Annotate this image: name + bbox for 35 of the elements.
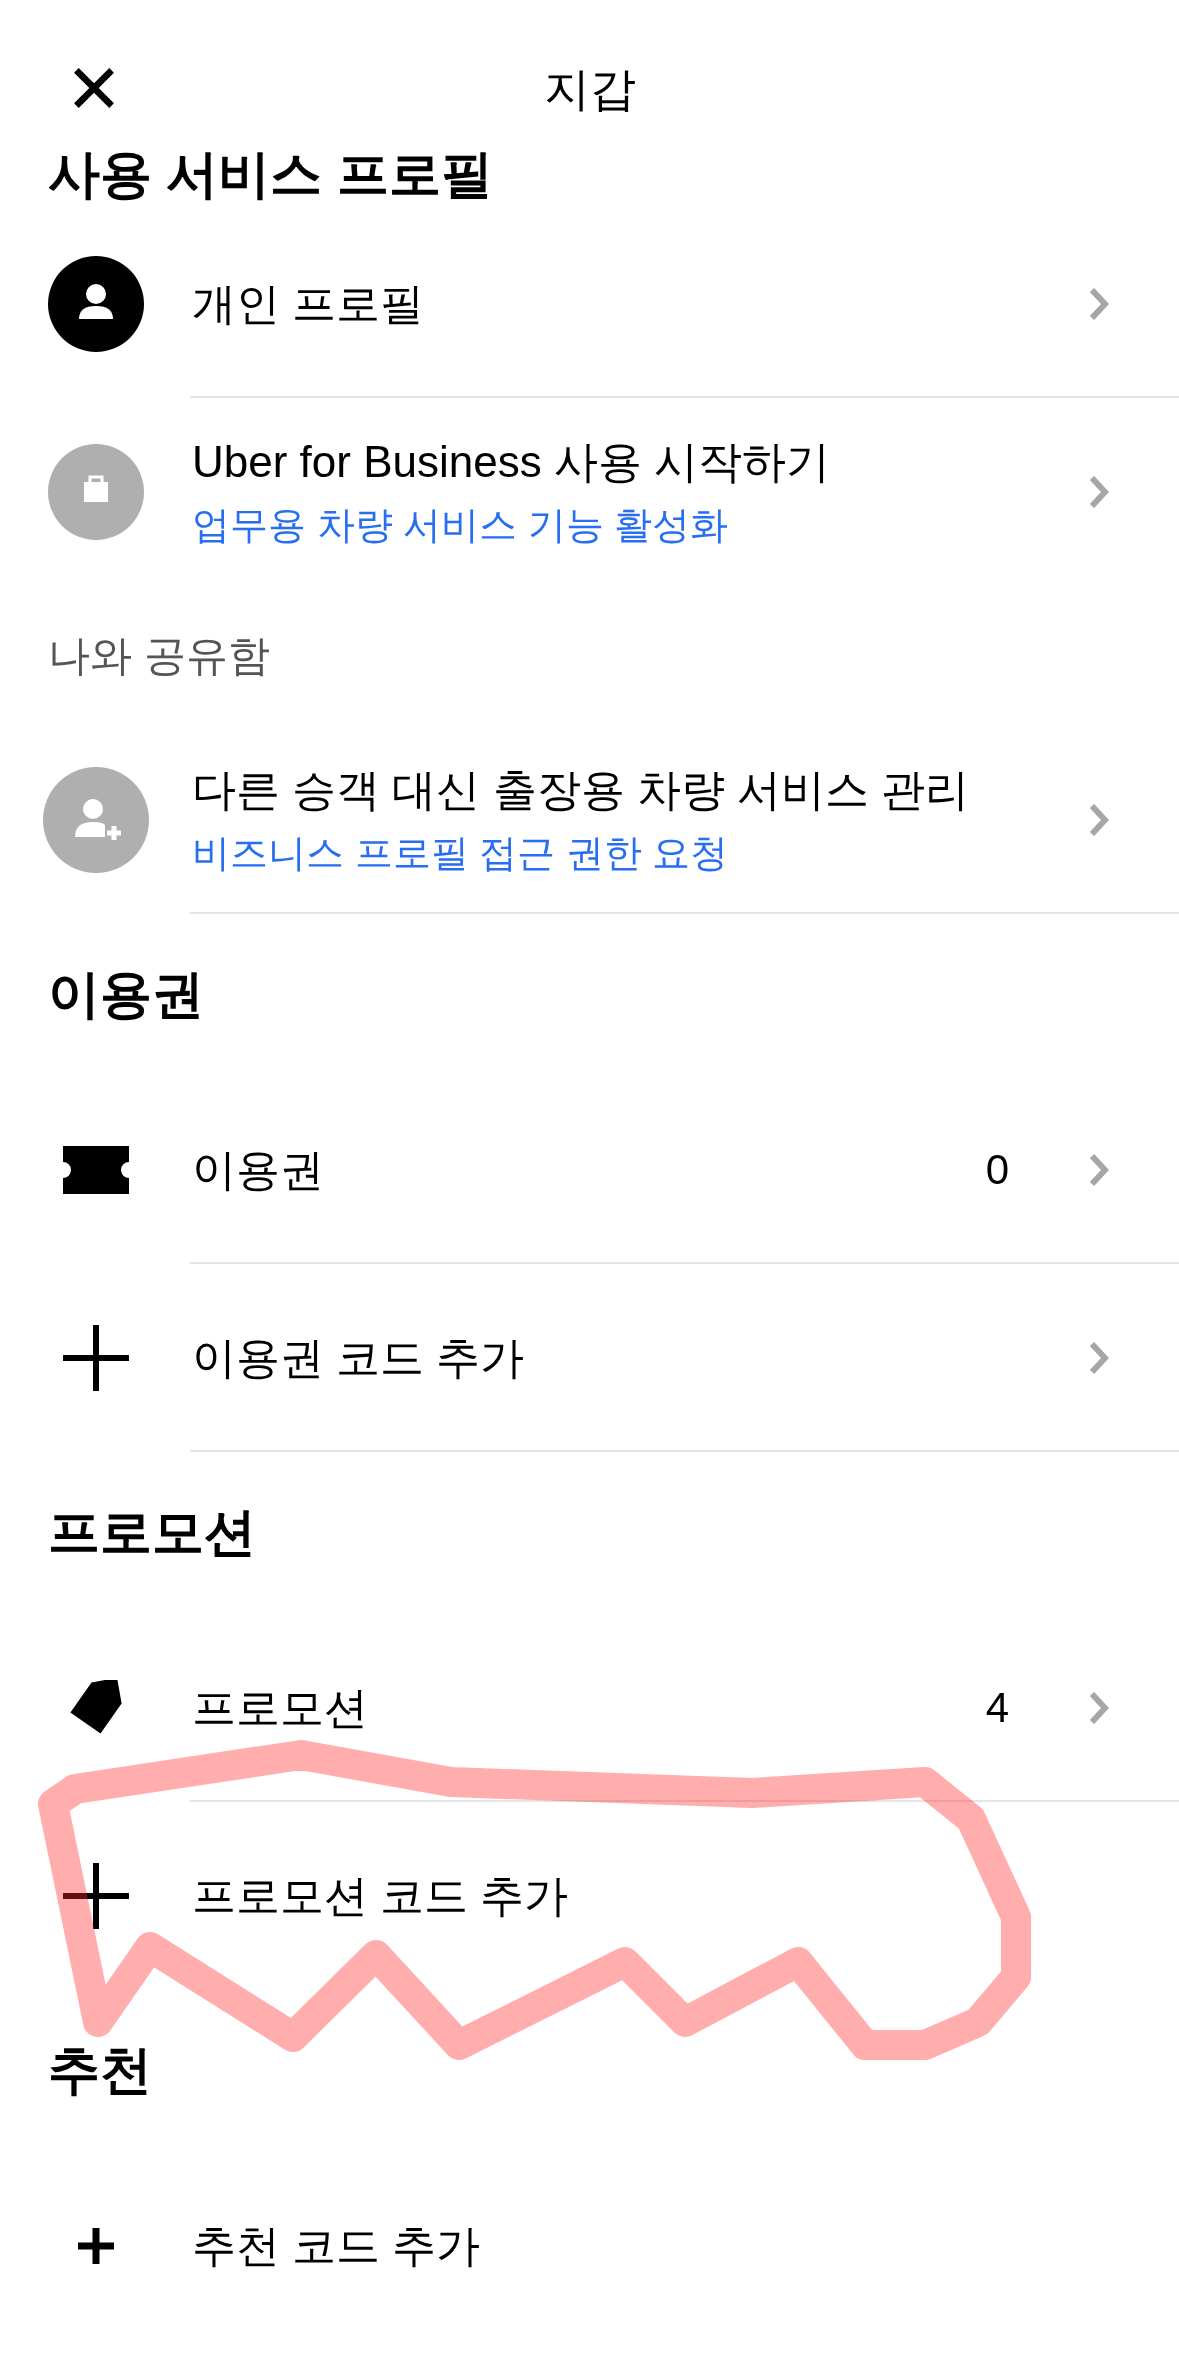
plus-icon [63, 1325, 129, 1391]
list-item[interactable]: 이용권 코드 추가 [0, 1264, 1179, 1452]
section-title: 사용 서비스 프로필 [48, 144, 493, 205]
tag-icon [68, 1680, 124, 1736]
list-item[interactable]: 프로모션 코드 추가 [0, 1802, 1179, 1990]
person-icon [48, 256, 144, 352]
window-title: 지갑 [543, 62, 636, 117]
plus-icon [63, 1863, 129, 1929]
list-item[interactable]: Uber for Business 사용 시작하기 업무용 차량 서비스 기능 활성화 [0, 398, 1179, 586]
item-count: 0 [985, 1146, 1009, 1194]
section-title: 추천 [48, 2040, 152, 2101]
item-subtitle: 비즈니스 프로필 접근 권한 요청 [192, 831, 730, 876]
item-title: 개인 프로필 [192, 277, 426, 330]
ticket-icon [63, 1146, 129, 1194]
item-title: 추천 코드 추가 [192, 2219, 482, 2272]
item-title: 이용권 코드 추가 [192, 1331, 526, 1384]
list-item[interactable]: 이용권 0 [0, 1076, 1179, 1264]
list-item[interactable]: 추천 코드 추가 [0, 2152, 1179, 2340]
item-count: 4 [985, 1684, 1009, 1732]
item-title: 프로모션 코드 추가 [192, 1869, 570, 1922]
item-subtitle: 업무용 차량 서비스 기능 활성화 [192, 503, 730, 548]
list-item[interactable]: 개인 프로필 [0, 210, 1179, 398]
item-title: Uber for Business 사용 시작하기 [192, 436, 832, 488]
briefcase-icon [48, 444, 144, 540]
item-title: 다른 승객 대신 출장용 차량 서비스 관리 [192, 764, 971, 816]
item-title: 이용권 [192, 1143, 325, 1196]
list-item[interactable]: 다른 승객 대신 출장용 차량 서비스 관리 비즈니스 프로필 접근 권한 요청 [0, 726, 1179, 914]
section-title: 나와 공유함 [48, 631, 270, 681]
person-add-icon [43, 767, 149, 873]
close-icon[interactable] [72, 66, 116, 110]
item-title: 프로모션 [192, 1681, 369, 1734]
list-item[interactable]: 프로모션 4 [0, 1614, 1179, 1802]
section-title: 프로모션 [48, 1502, 256, 1563]
plus-icon [78, 2228, 114, 2264]
section-title: 이용권 [48, 964, 204, 1025]
